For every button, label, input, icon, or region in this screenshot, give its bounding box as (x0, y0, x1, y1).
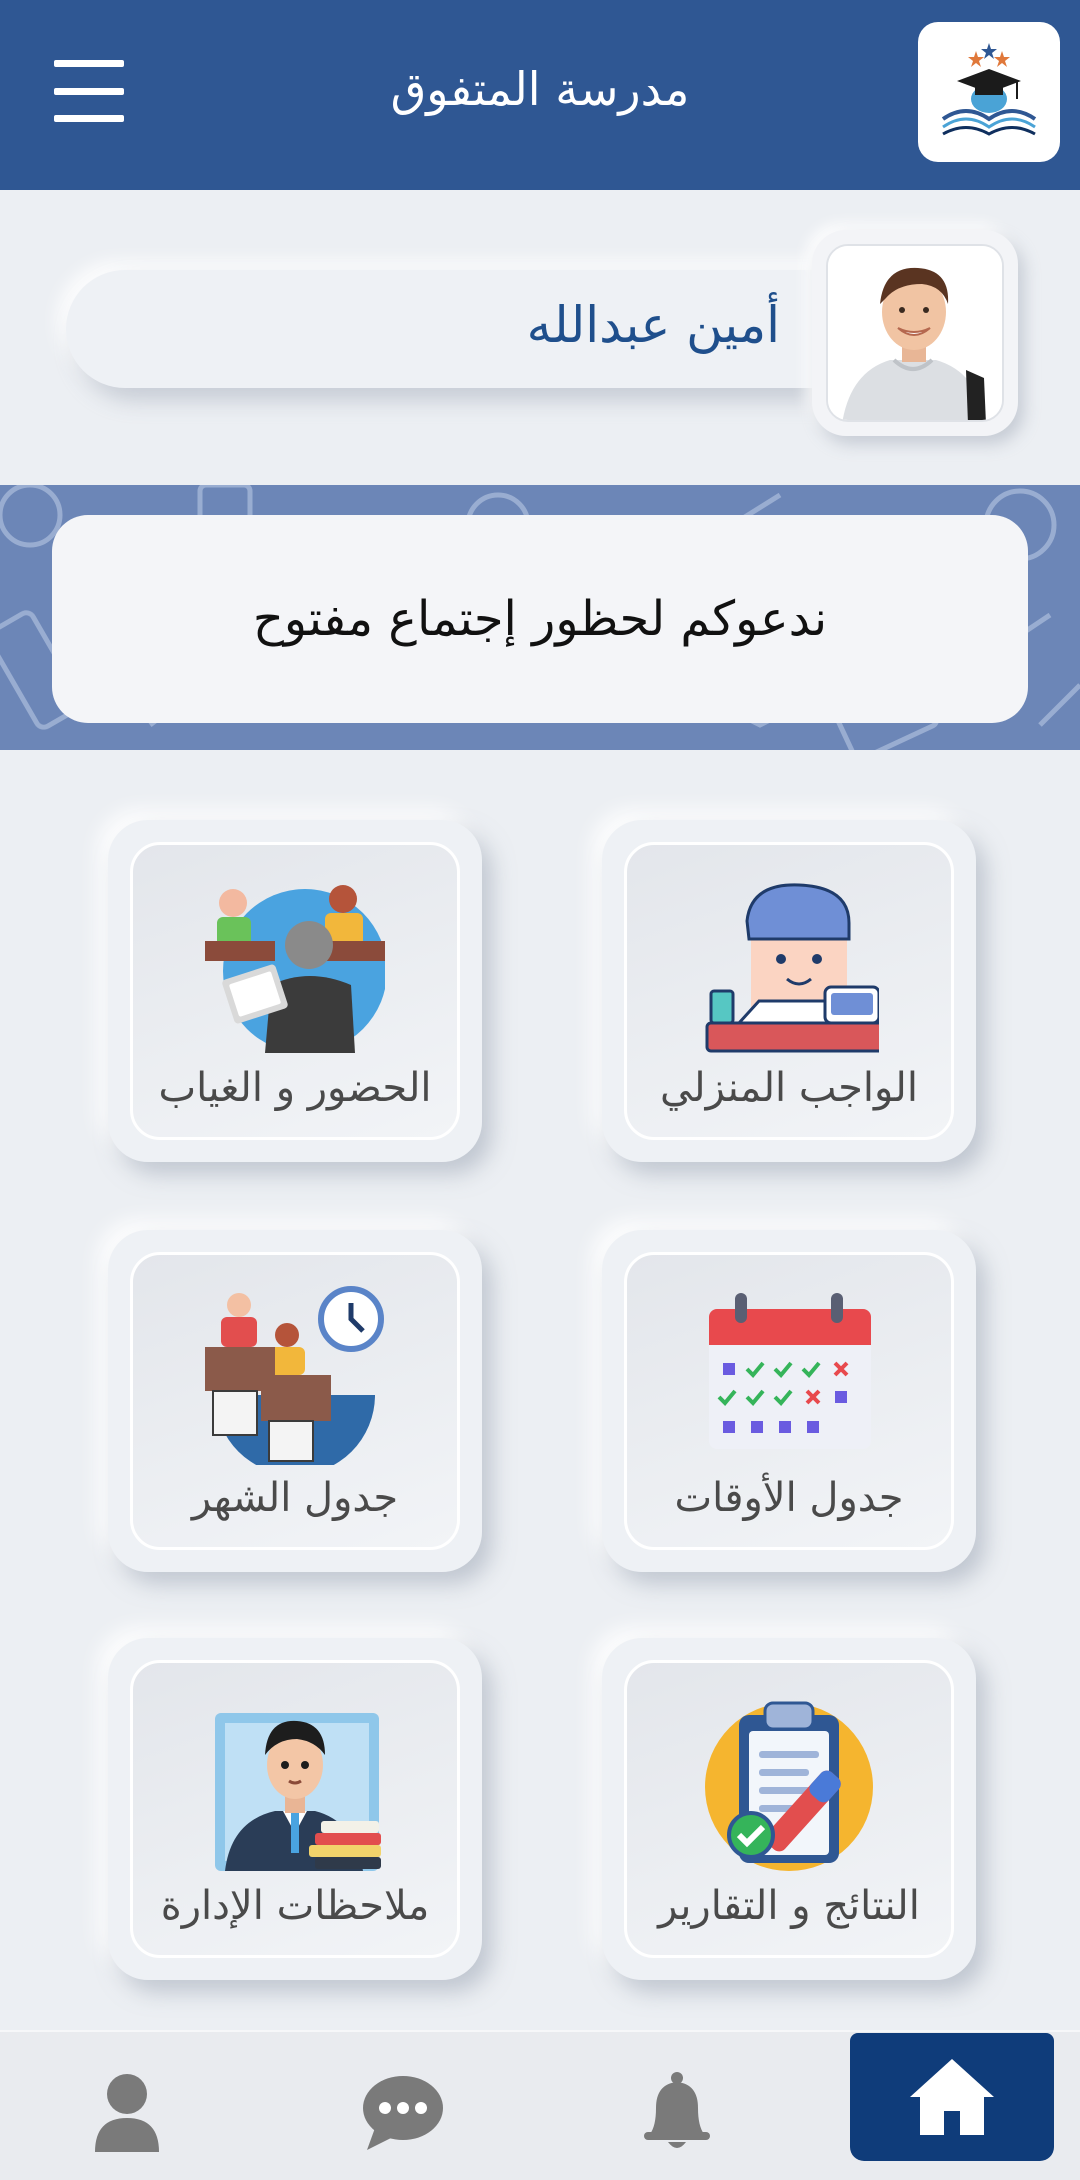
tile-attendance[interactable]: الحضور و الغياب (108, 820, 482, 1162)
student-name: أمين عبدالله (526, 296, 780, 354)
announcement-text: ندعوكم لحظور إجتماع مفتوح (252, 591, 828, 647)
tile-homework[interactable]: الواجب المنزلي (602, 820, 976, 1162)
nav-messages[interactable] (328, 2052, 478, 2172)
nav-profile[interactable] (52, 2052, 202, 2172)
administration-notes-icon (215, 1713, 381, 1871)
tile-monthly-schedule[interactable]: جدول الشهر (108, 1230, 482, 1572)
results-report-icon (705, 1701, 873, 1871)
nav-home[interactable] (850, 2033, 1054, 2161)
tile-label: الواجب المنزلي (660, 1065, 918, 1111)
chat-icon (363, 2076, 443, 2150)
tile-label: الحضور و الغياب (158, 1065, 432, 1111)
student-avatar-photo (828, 246, 1002, 420)
announcement-card[interactable]: ندعوكم لحظور إجتماع مفتوح (52, 515, 1028, 723)
nav-notifications[interactable] (602, 2052, 752, 2172)
avatar[interactable] (812, 230, 1018, 436)
attendance-icon (205, 885, 385, 1053)
tile-label: ملاحظات الإدارة (160, 1883, 430, 1929)
home-icon (910, 2059, 994, 2135)
tile-label: النتائج و التقارير (658, 1883, 920, 1929)
monthly-schedule-icon (205, 1286, 384, 1465)
app-header: مدرسة المتفوق (0, 0, 1080, 190)
calendar-icon (709, 1293, 871, 1449)
tile-timetable[interactable]: جدول الأوقات (602, 1230, 976, 1572)
bell-icon (644, 2072, 710, 2148)
homework-icon (705, 883, 879, 1053)
tile-label: جدول الأوقات (674, 1475, 904, 1521)
user-icon (95, 2074, 159, 2152)
tile-label: جدول الشهر (191, 1475, 399, 1521)
tile-results-reports[interactable]: النتائج و التقارير (602, 1638, 976, 1980)
school-logo-icon (918, 22, 1060, 162)
tile-administration-notes[interactable]: ملاحظات الإدارة (108, 1638, 482, 1980)
